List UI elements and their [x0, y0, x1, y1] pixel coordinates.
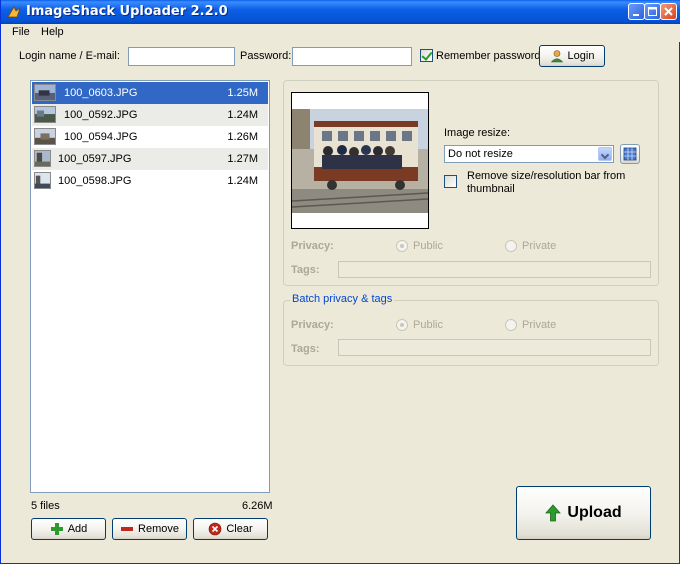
file-thumbnail [34, 128, 56, 145]
add-button-label: Add [67, 523, 88, 535]
remove-bar-label: Remove size/resolution bar from thumbnai… [467, 170, 626, 195]
batch-group-title: Batch privacy & tags [290, 293, 395, 305]
private-radio-label: Private [522, 240, 557, 252]
menu-file[interactable]: File [9, 26, 33, 38]
file-row[interactable]: 100_0597.JPG 1.27M [32, 148, 268, 170]
batch-tags-label: Tags: [291, 343, 320, 355]
login-button-label: Login [567, 50, 595, 62]
imageshack-logo-icon [7, 6, 21, 18]
file-size: 1.25M [227, 87, 258, 99]
upload-button-label: Upload [567, 504, 622, 521]
image-resize-select[interactable]: Do not resize [444, 145, 614, 163]
minimize-icon [633, 14, 639, 16]
image-resize-value: Do not resize [448, 148, 513, 160]
chevron-down-icon[interactable] [598, 147, 612, 161]
close-button[interactable] [660, 3, 677, 20]
batch-group: Batch privacy & tags [283, 293, 659, 366]
batch-private-radio[interactable] [505, 319, 517, 331]
remove-button[interactable]: Remove [112, 518, 187, 540]
file-thumbnail [34, 106, 56, 123]
window-title: ImageShack Uploader 2.2.0 [26, 4, 228, 19]
file-thumbnail [34, 172, 51, 189]
login-button[interactable]: Login [539, 45, 605, 67]
menu-help[interactable]: Help [38, 26, 67, 38]
file-row[interactable]: 100_0598.JPG 1.24M [32, 170, 268, 192]
batch-tags-input[interactable] [338, 339, 651, 356]
batch-privacy-label: Privacy: [291, 319, 334, 331]
file-thumbnail [34, 150, 51, 167]
title-bar[interactable]: ImageShack Uploader 2.2.0 [1, 0, 680, 24]
file-row[interactable]: 100_0603.JPG 1.25M [32, 82, 268, 104]
file-size: 1.27M [227, 153, 258, 165]
preview-image [291, 93, 429, 213]
minimize-button[interactable] [628, 3, 645, 20]
minus-icon [121, 527, 134, 531]
public-radio-label: Public [413, 240, 443, 252]
user-icon [550, 50, 563, 63]
login-name-label: Login name / E-mail: [19, 50, 120, 62]
file-name: 100_0592.JPG [64, 109, 138, 121]
remove-bar-checkbox[interactable] [444, 175, 457, 188]
login-row: Login name / E-mail: Password: Remember … [1, 44, 680, 70]
clear-button[interactable]: Clear [193, 518, 268, 540]
private-radio[interactable] [505, 240, 517, 252]
password-label: Password: [240, 50, 292, 62]
file-list[interactable]: 100_0603.JPG 1.25M 100_0592.JPG 1.24M 10… [30, 80, 270, 493]
resize-options-button[interactable] [620, 144, 640, 164]
file-size: 1.24M [227, 109, 258, 121]
file-row[interactable]: 100_0594.JPG 1.26M [32, 126, 268, 148]
image-preview [291, 92, 429, 229]
upload-arrow-icon [545, 504, 562, 522]
grid-icon [623, 147, 637, 161]
menu-bar: File Help [2, 24, 680, 42]
maximize-icon [648, 7, 657, 16]
clear-button-label: Clear [226, 523, 253, 535]
app-window: ImageShack Uploader 2.2.0 File Help Logi… [0, 0, 680, 564]
total-size: 6.26M [242, 500, 273, 512]
file-row[interactable]: 100_0592.JPG 1.24M [32, 104, 268, 126]
file-name: 100_0598.JPG [58, 175, 132, 187]
close-icon [664, 7, 673, 16]
file-size: 1.26M [227, 131, 258, 143]
file-name: 100_0603.JPG [64, 87, 138, 99]
public-radio[interactable] [396, 240, 408, 252]
password-input[interactable] [292, 47, 412, 66]
maximize-button[interactable] [644, 3, 661, 20]
tags-label: Tags: [291, 264, 320, 276]
upload-button[interactable]: Upload [516, 486, 651, 540]
remove-button-label: Remove [138, 523, 179, 535]
add-button[interactable]: Add [31, 518, 106, 540]
remember-password-checkbox[interactable] [420, 49, 433, 62]
file-size: 1.24M [227, 175, 258, 187]
file-name: 100_0594.JPG [64, 131, 138, 143]
image-resize-label: Image resize: [444, 127, 511, 139]
plus-icon [50, 523, 63, 535]
batch-private-radio-label: Private [522, 319, 557, 331]
batch-public-radio[interactable] [396, 319, 408, 331]
login-name-input[interactable] [128, 47, 235, 66]
file-thumbnail [34, 84, 56, 101]
tags-input[interactable] [338, 261, 651, 278]
file-name: 100_0597.JPG [58, 153, 132, 165]
clear-icon [209, 522, 222, 536]
batch-public-radio-label: Public [413, 319, 443, 331]
file-count: 5 files [31, 500, 60, 512]
privacy-label: Privacy: [291, 240, 334, 252]
remember-password-label: Remember password [436, 50, 541, 62]
